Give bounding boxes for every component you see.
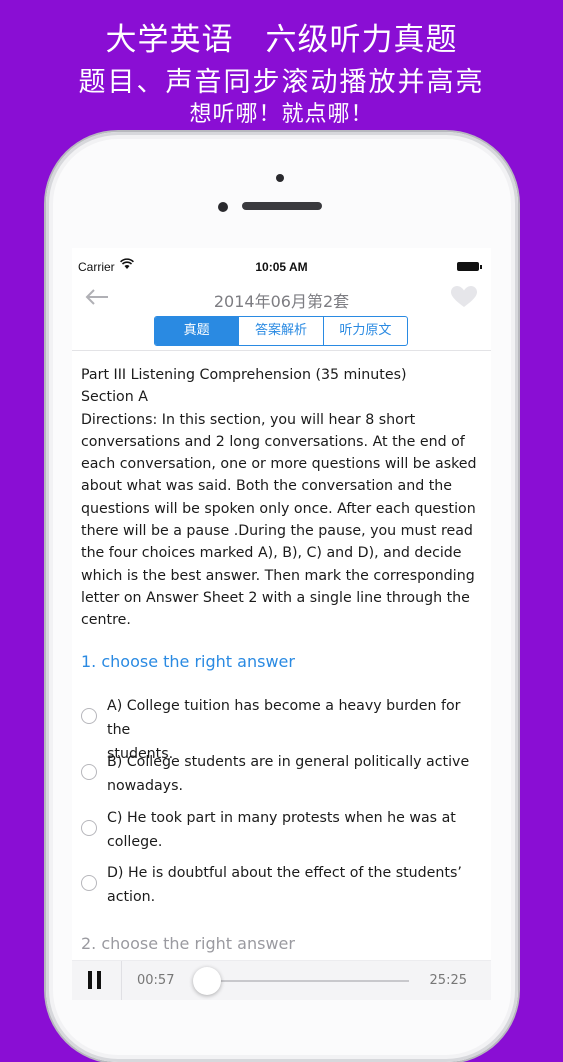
option-text: C) He took part in many protests when he… <box>107 810 456 826</box>
total-time: 25:25 <box>429 973 467 988</box>
answer-option-a[interactable]: A) College tuition has become a heavy bu… <box>81 694 481 762</box>
tab-real-exam[interactable]: 真题 <box>155 317 239 345</box>
pause-icon[interactable] <box>88 971 102 989</box>
text-line: centre. <box>81 612 131 629</box>
page-title: 2014年06月第2套 <box>213 292 350 311</box>
option-text: nowadays. <box>107 778 183 794</box>
text-line: Part III Listening Comprehension (35 min… <box>81 367 407 383</box>
front-camera <box>218 202 228 212</box>
radio-button[interactable] <box>81 875 97 891</box>
current-time: 00:57 <box>137 973 175 988</box>
answer-option-c[interactable]: C) He took part in many protests when he… <box>81 806 481 856</box>
earpiece-speaker <box>242 202 322 210</box>
question-title[interactable]: 1. choose the right answer <box>81 652 295 671</box>
heart-icon[interactable] <box>451 286 477 308</box>
segment-tabs: 真题 答案解析 听力原文 <box>154 316 408 346</box>
audio-player: 00:57 25:25 <box>72 960 491 1000</box>
text-line: about what was said. Both the conversati… <box>81 478 453 495</box>
directions-text[interactable]: Part III Listening Comprehension (35 min… <box>81 364 481 632</box>
promo-headline: 大学英语 六级听力真题 <box>105 22 458 58</box>
option-text: A) College tuition has become a heavy bu… <box>107 698 461 738</box>
tab-answer-analysis[interactable]: 答案解析 <box>238 317 322 345</box>
text-line: each conversation, one or more questions… <box>81 456 477 473</box>
option-text: college. <box>107 834 163 850</box>
text-line: conversations and 2 long conversations. … <box>81 433 465 450</box>
radio-button[interactable] <box>81 820 97 836</box>
promo-subtitle: 题目、声音同步滚动播放并高亮 <box>78 67 485 98</box>
divider <box>72 350 491 351</box>
answer-option-b[interactable]: B) College students are in general polit… <box>81 750 481 800</box>
divider <box>121 961 122 1000</box>
text-line: Section A <box>81 389 148 406</box>
promo-tagline: 想听哪！就点哪！ <box>189 102 374 127</box>
question-title[interactable]: 2. choose the right answer <box>81 934 295 953</box>
text-line: which is the best answer. Then mark the … <box>81 567 475 584</box>
front-sensor <box>276 174 284 182</box>
tab-listening-script[interactable]: 听力原文 <box>322 317 407 345</box>
option-text: D) He is doubtful about the effect of th… <box>107 865 462 881</box>
slider-knob[interactable] <box>192 967 221 995</box>
text-line: there will be a pause .During the pause,… <box>81 523 473 540</box>
progress-slider[interactable] <box>192 967 409 995</box>
text-line: the four choices marked A), B), C) and D… <box>81 545 462 562</box>
text-line: letter on Answer Sheet 2 with a single l… <box>81 589 470 606</box>
text-line: questions will be spoken only once. Afte… <box>81 500 476 517</box>
option-text: B) College students are in general polit… <box>107 754 470 770</box>
status-time: 10:05 AM <box>255 260 308 274</box>
option-text: action. <box>107 889 156 905</box>
text-line: Directions: In this section, you will he… <box>81 411 416 428</box>
radio-button[interactable] <box>81 708 97 724</box>
answer-option-d[interactable]: D) He is doubtful about the effect of th… <box>81 861 481 911</box>
radio-button[interactable] <box>81 764 97 780</box>
app-screen: Carrier 10:05 AM 2014年06月第2套 真题 答案解析 听力原… <box>72 248 491 1000</box>
battery-icon <box>457 262 482 271</box>
status-bar: Carrier 10:05 AM <box>72 258 491 276</box>
